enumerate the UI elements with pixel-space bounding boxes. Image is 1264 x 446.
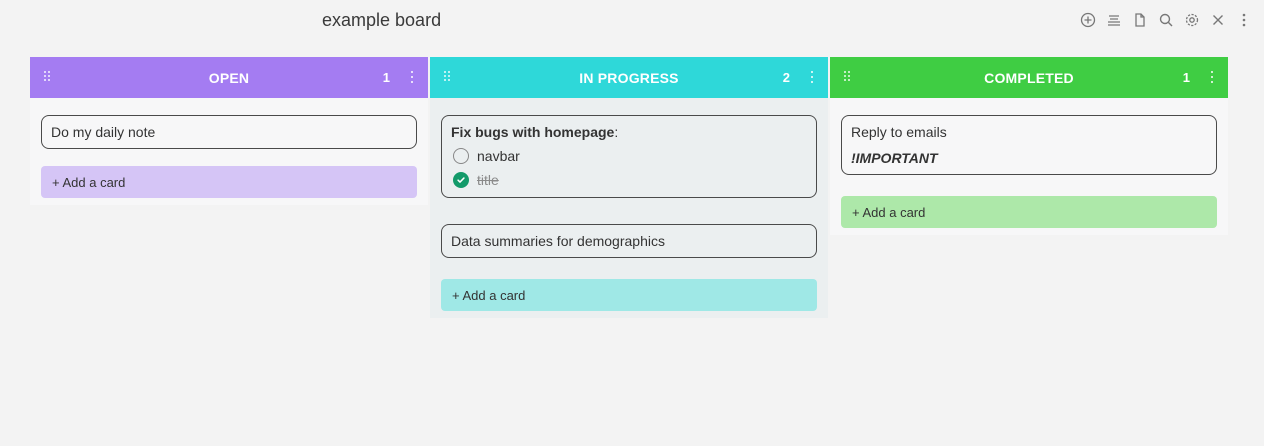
card[interactable]: Reply to emails !IMPORTANT bbox=[841, 115, 1217, 175]
board-title: example board bbox=[322, 10, 442, 30]
list-view-icon[interactable] bbox=[1104, 10, 1124, 30]
settings-icon[interactable] bbox=[1182, 10, 1202, 30]
unchecked-circle-icon[interactable] bbox=[453, 148, 469, 164]
lane-menu-icon[interactable] bbox=[810, 71, 814, 83]
checked-circle-icon[interactable] bbox=[453, 172, 469, 188]
card[interactable]: Fix bugs with homepage: navbar title bbox=[441, 115, 817, 198]
lane-title: COMPLETED bbox=[984, 69, 1074, 86]
lane-header[interactable]: IN PROGRESS 2 bbox=[430, 57, 828, 98]
add-card-button[interactable]: + Add a card bbox=[841, 196, 1217, 228]
card-text: Do my daily note bbox=[51, 124, 156, 140]
task-label: title bbox=[477, 172, 499, 188]
card-text: Reply to emails bbox=[851, 124, 947, 140]
card[interactable]: Data summaries for demographics bbox=[441, 224, 817, 258]
lane-menu-icon[interactable] bbox=[1210, 71, 1214, 83]
add-card-button[interactable]: + Add a card bbox=[41, 166, 417, 198]
lane-count: 2 bbox=[782, 70, 790, 85]
add-card-button[interactable]: + Add a card bbox=[441, 279, 817, 311]
close-icon[interactable] bbox=[1208, 10, 1228, 30]
card-title: Fix bugs with homepage bbox=[451, 124, 615, 140]
lane-count: 1 bbox=[382, 70, 390, 85]
lane-header[interactable]: COMPLETED 1 bbox=[830, 57, 1228, 98]
lane-completed: COMPLETED 1 Reply to emails !IMPORTANT +… bbox=[830, 57, 1228, 235]
card-text: Data summaries for demographics bbox=[451, 233, 665, 249]
more-icon[interactable] bbox=[1234, 10, 1254, 30]
task-item: title bbox=[451, 172, 807, 188]
search-icon[interactable] bbox=[1156, 10, 1176, 30]
add-icon[interactable] bbox=[1078, 10, 1098, 30]
card-title-suffix: : bbox=[614, 124, 619, 140]
lane-title: IN PROGRESS bbox=[579, 69, 679, 86]
lane-body: Reply to emails !IMPORTANT + Add a card bbox=[830, 98, 1228, 235]
lane-in-progress: IN PROGRESS 2 Fix bugs with homepage: na… bbox=[430, 57, 828, 318]
task-item: navbar bbox=[451, 148, 807, 164]
lane-count: 1 bbox=[1182, 70, 1190, 85]
file-icon[interactable] bbox=[1130, 10, 1150, 30]
lane-body: Fix bugs with homepage: navbar title Dat… bbox=[430, 98, 828, 318]
card[interactable]: Do my daily note bbox=[41, 115, 417, 149]
lane-menu-icon[interactable] bbox=[410, 71, 414, 83]
toolbar bbox=[1078, 10, 1254, 30]
lane-header[interactable]: OPEN 1 bbox=[30, 57, 428, 98]
lane-open: OPEN 1 Do my daily note + Add a card bbox=[30, 57, 428, 205]
lane-body: Do my daily note + Add a card bbox=[30, 98, 428, 205]
lane-title: OPEN bbox=[208, 69, 250, 86]
task-label: navbar bbox=[477, 148, 520, 164]
card-note: !IMPORTANT bbox=[851, 150, 938, 166]
